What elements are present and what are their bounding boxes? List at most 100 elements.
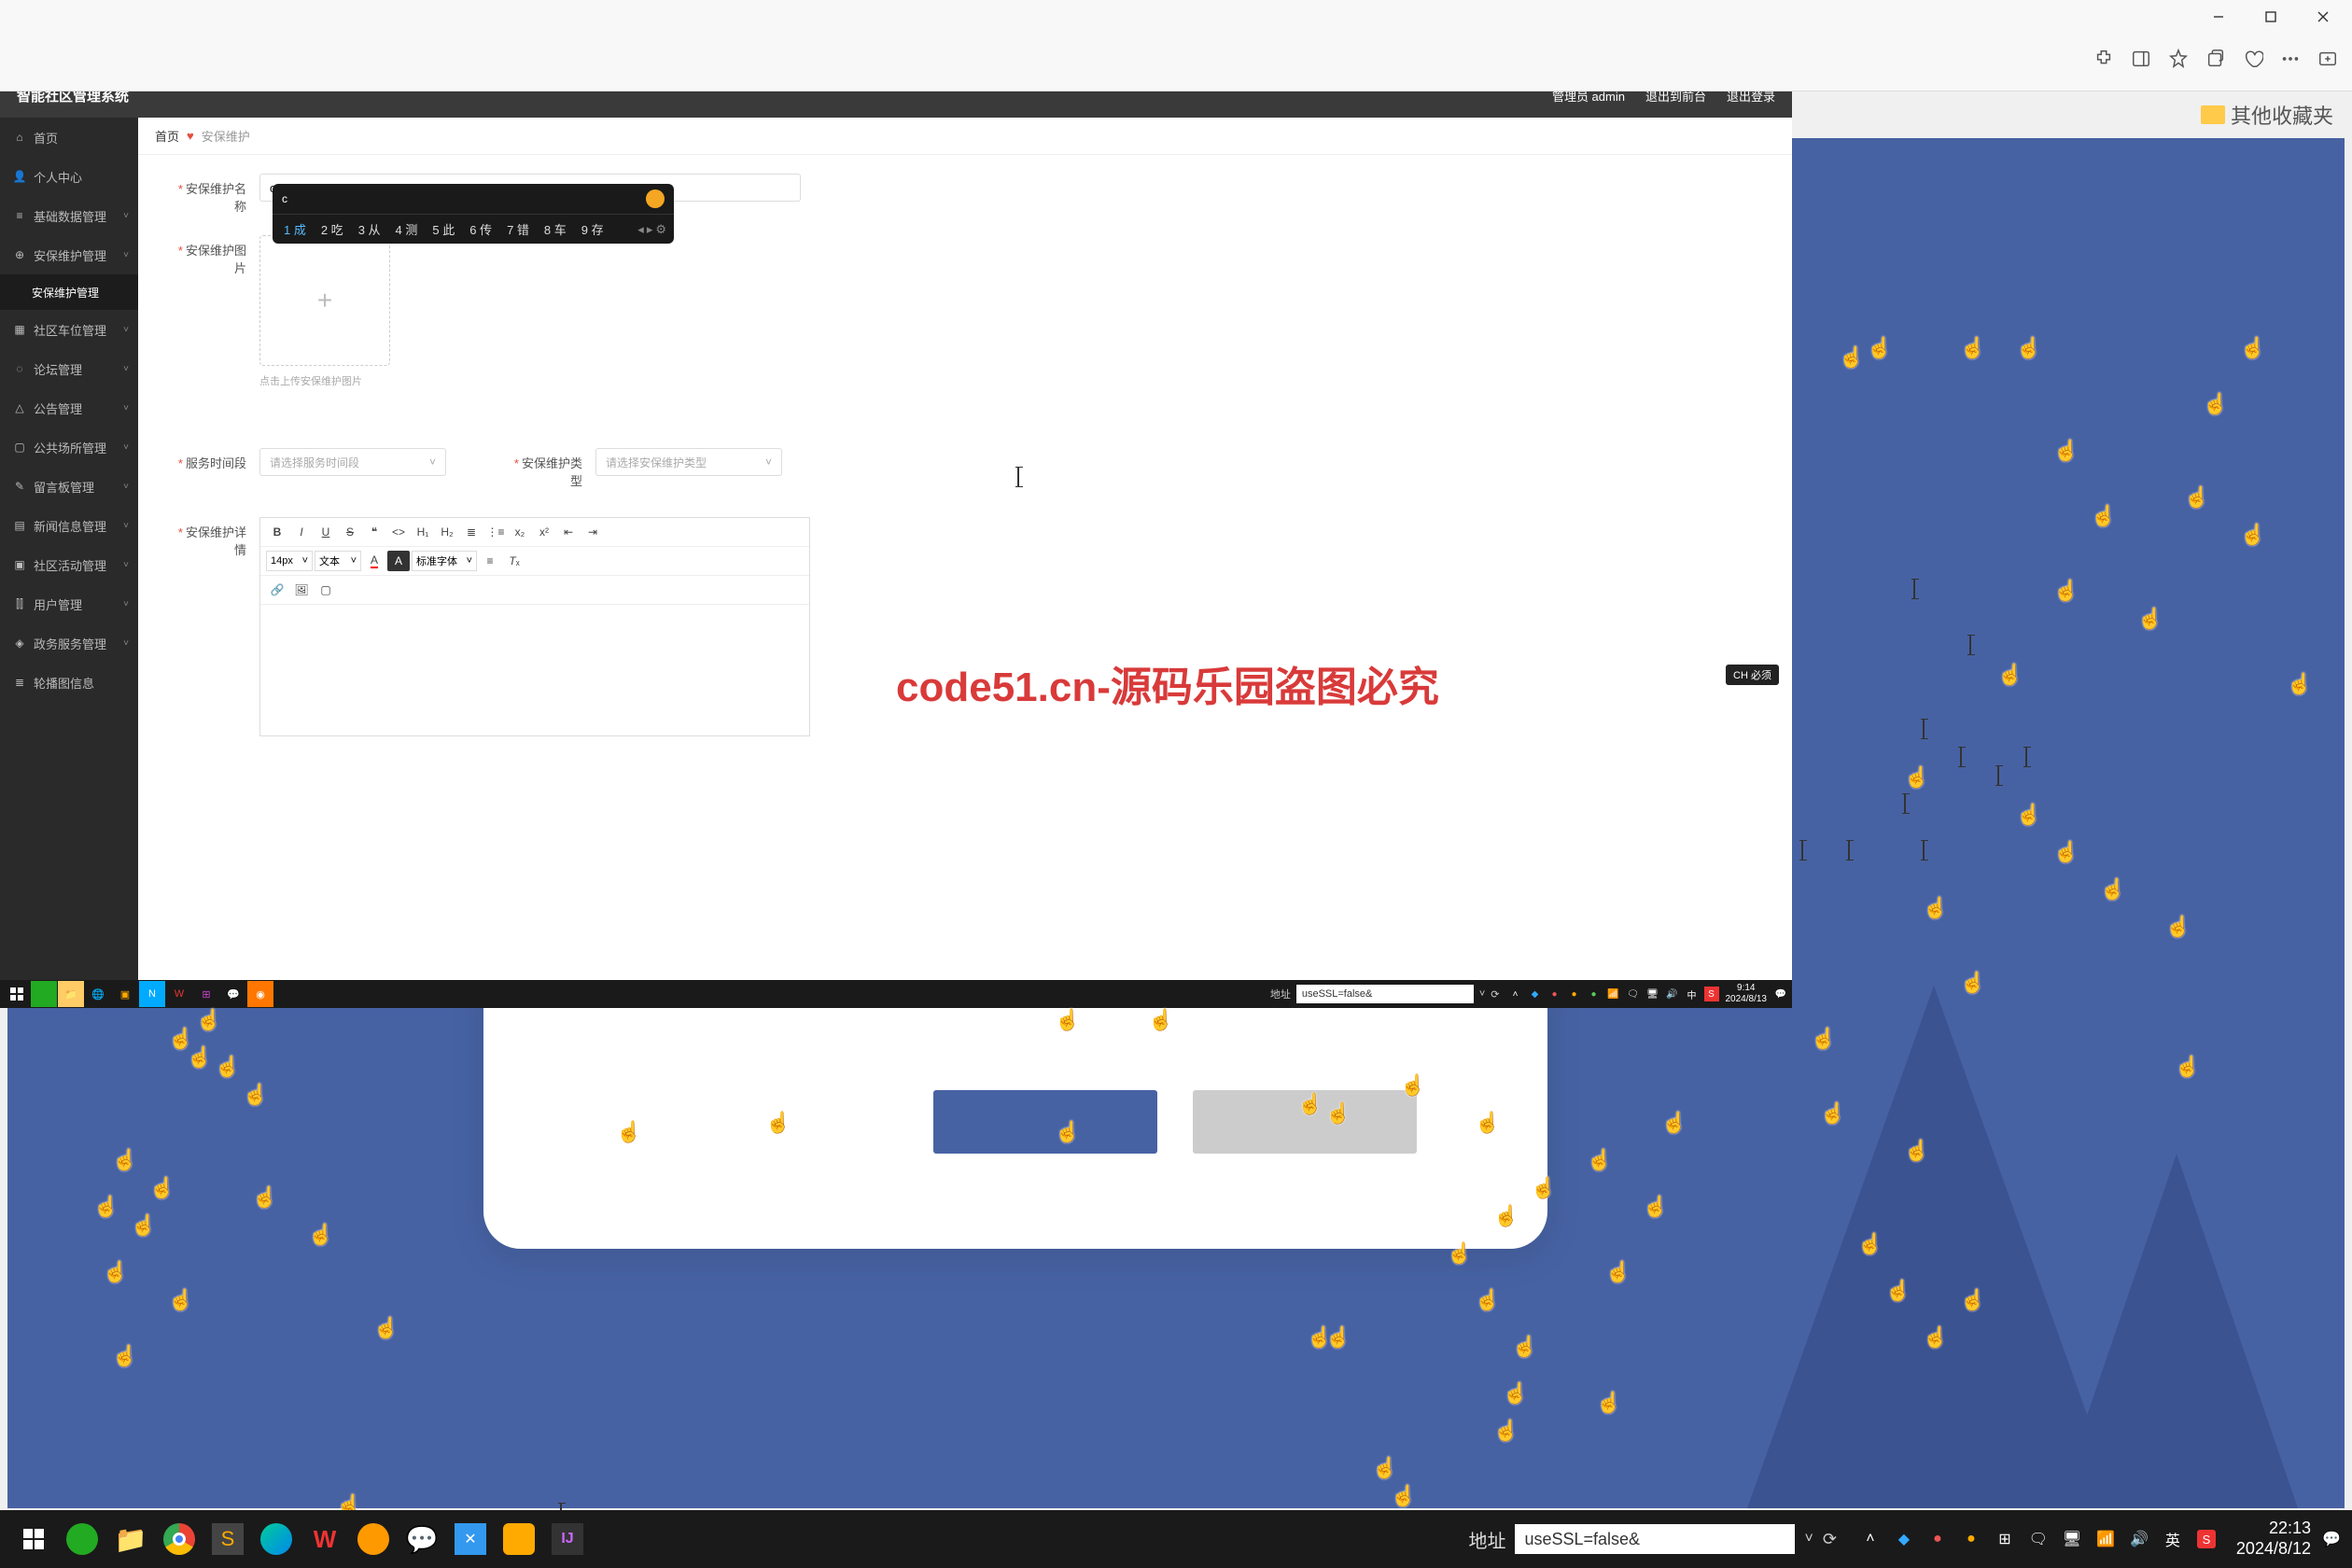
editor-code-button[interactable]: <> [387,522,410,542]
tray-icon[interactable]: 🔊 [1665,987,1680,1001]
tray-ime-icon[interactable]: 中 [1685,987,1700,1001]
tray-icon[interactable]: ● [1547,987,1562,1001]
breadcrumb-home[interactable]: 首页 [155,127,179,145]
ime-candidate-7[interactable]: 7 错 [503,218,533,240]
outer-taskbar-wechat[interactable]: 💬 [399,1517,444,1561]
edge-maximize-button[interactable] [2249,2,2292,32]
outer-tray-sound-icon[interactable]: 🔊 [2128,1528,2150,1550]
collections-icon[interactable] [2205,48,2227,70]
editor-underline-button[interactable]: U [315,522,337,542]
taskbar-chrome[interactable]: 🌐 [85,981,111,1007]
outer-tray-up-icon[interactable]: ˄ [1859,1528,1882,1550]
editor-h1-button[interactable]: H₁ [412,522,434,542]
editor-bgcolor-button[interactable]: A [387,551,410,571]
sidebar-item-public[interactable]: ▢公共场所管理˅ [0,427,138,467]
sidebar-item-parking[interactable]: ▦社区车位管理˅ [0,310,138,349]
ime-prev-icon[interactable]: ◂ [637,222,644,237]
outer-clock[interactable]: 22:13 2024/8/12 [2236,1519,2311,1559]
tray-up-icon[interactable]: ˄ [1508,987,1523,1001]
sidebar-item-carousel[interactable]: ≣轮播图信息 [0,663,138,702]
editor-italic-button[interactable]: I [290,522,313,542]
taskbar-app-7[interactable]: ⊞ [193,981,219,1007]
favorites-icon[interactable] [2167,48,2190,70]
ime-candidate-4[interactable]: 4 测 [392,218,422,240]
tray-icon[interactable]: 🖥 [1645,987,1660,1001]
add-tab-icon[interactable] [2317,48,2339,70]
taskbar-app-1[interactable] [31,981,57,1007]
editor-link-button[interactable]: 🔗 [266,580,288,600]
outer-tray-icon[interactable]: ● [1926,1528,1949,1550]
taskbar-app-4[interactable]: ▣ [112,981,138,1007]
outer-tray-ime-lang[interactable]: 英 [2162,1528,2184,1550]
taskbar-app-9[interactable]: ◉ [247,981,273,1007]
outer-notifications-icon[interactable]: 💬 [2320,1528,2343,1550]
editor-fontsize-select[interactable]: 14px˅ [266,551,313,571]
ime-candidate-5[interactable]: 5 此 [428,218,458,240]
editor-bold-button[interactable]: B [266,522,288,542]
outer-addr-dropdown-icon[interactable]: ˅ [1804,1531,1813,1547]
ime-candidate-3[interactable]: 3 从 [355,218,385,240]
outer-tray-icon[interactable]: 🗨 [2027,1528,2050,1550]
outer-taskbar-app-7[interactable] [351,1517,396,1561]
outer-tray-wifi-icon[interactable]: 📶 [2094,1528,2117,1550]
outer-taskbar-intellij[interactable]: IJ [545,1517,590,1561]
outer-taskbar-edge[interactable] [254,1517,299,1561]
outer-taskbar-explorer[interactable]: 📁 [108,1517,153,1561]
more-icon[interactable] [2279,48,2302,70]
ime-indicator-badge[interactable]: CH 必须 [1726,665,1779,685]
extensions-icon[interactable] [2093,48,2115,70]
emoji-icon[interactable] [646,189,665,208]
outer-taskbar-app-9[interactable]: ✕ [448,1517,493,1561]
taskbar-wechat[interactable]: 💬 [220,981,246,1007]
ime-candidate-1[interactable]: 1 成 [280,218,310,240]
editor-fontfamily-select[interactable]: 标准字体˅ [412,551,477,571]
start-button[interactable] [4,981,30,1007]
tray-icon[interactable]: 📶 [1606,987,1621,1001]
outer-addr-refresh-icon[interactable]: ⟳ [1823,1530,1837,1549]
outer-taskbar-app-10[interactable] [497,1517,541,1561]
sidebar-item-activity[interactable]: ▣社区活动管理˅ [0,545,138,584]
editor-content-area[interactable] [260,605,809,735]
tray-icon[interactable]: 🗨 [1626,987,1641,1001]
sidebar-item-security[interactable]: ⊕安保维护管理˅ [0,235,138,274]
outer-tray-sogou-icon[interactable]: S [2195,1528,2218,1550]
taskbar-app-5[interactable]: N [139,981,165,1007]
editor-video-button[interactable]: ▢ [315,580,337,600]
tray-icon[interactable]: S [1704,987,1719,1001]
sidebar-item-news[interactable]: ▤新闻信息管理˅ [0,506,138,545]
inner-addr-input[interactable]: useSSL=false& [1296,985,1474,1003]
taskbar-app-6[interactable]: W [166,981,192,1007]
outer-tray-icon[interactable]: ⊞ [1994,1528,2016,1550]
sidebar-subitem-security[interactable]: 安保维护管理 [0,274,138,310]
editor-ul-button[interactable]: ⋮≡ [484,522,507,542]
editor-sup-button[interactable]: x² [533,522,555,542]
tray-icon[interactable]: ● [1587,987,1602,1001]
edge-close-button[interactable] [2302,2,2345,32]
ime-next-icon[interactable]: ▸ [647,222,653,237]
image-upload-box[interactable]: + [259,235,390,366]
sidebar-item-gov[interactable]: ◈政务服务管理˅ [0,623,138,663]
heart-icon[interactable] [2242,48,2264,70]
editor-outdent-button[interactable]: ⇤ [557,522,580,542]
edge-minimize-button[interactable] [2197,2,2240,32]
other-favorites-folder[interactable]: 其他收藏夹 [2201,100,2333,130]
outer-taskbar-sublime[interactable]: S [205,1517,250,1561]
ime-candidate-9[interactable]: 9 存 [578,218,608,240]
editor-format-select[interactable]: 文本˅ [315,551,361,571]
outer-tray-icon[interactable]: ◆ [1893,1528,1915,1550]
editor-color-button[interactable]: A [363,551,385,571]
sidebar-item-notice[interactable]: △公告管理˅ [0,388,138,427]
inner-addr-refresh-icon[interactable]: ⟳ [1491,988,1499,1001]
inner-addr-dropdown-icon[interactable]: ˅ [1479,988,1485,1000]
sidebar-item-home[interactable]: ⌂首页 [0,118,138,157]
editor-image-button[interactable]: 🖼 [290,580,313,600]
inner-clock[interactable]: 9:14 2024/8/13 [1726,983,1768,1005]
sidebar-item-message[interactable]: ✎留言板管理˅ [0,467,138,506]
sidebar-item-personal[interactable]: 👤个人中心 [0,157,138,196]
type-select[interactable]: 请选择安保维护类型˅ [595,448,782,476]
notifications-icon[interactable]: 💬 [1773,987,1788,1001]
ime-settings-icon[interactable]: ⚙ [655,222,666,237]
tray-icon[interactable]: ● [1567,987,1582,1001]
tray-icon[interactable]: ◆ [1528,987,1543,1001]
editor-align-button[interactable]: ≡ [479,551,501,571]
